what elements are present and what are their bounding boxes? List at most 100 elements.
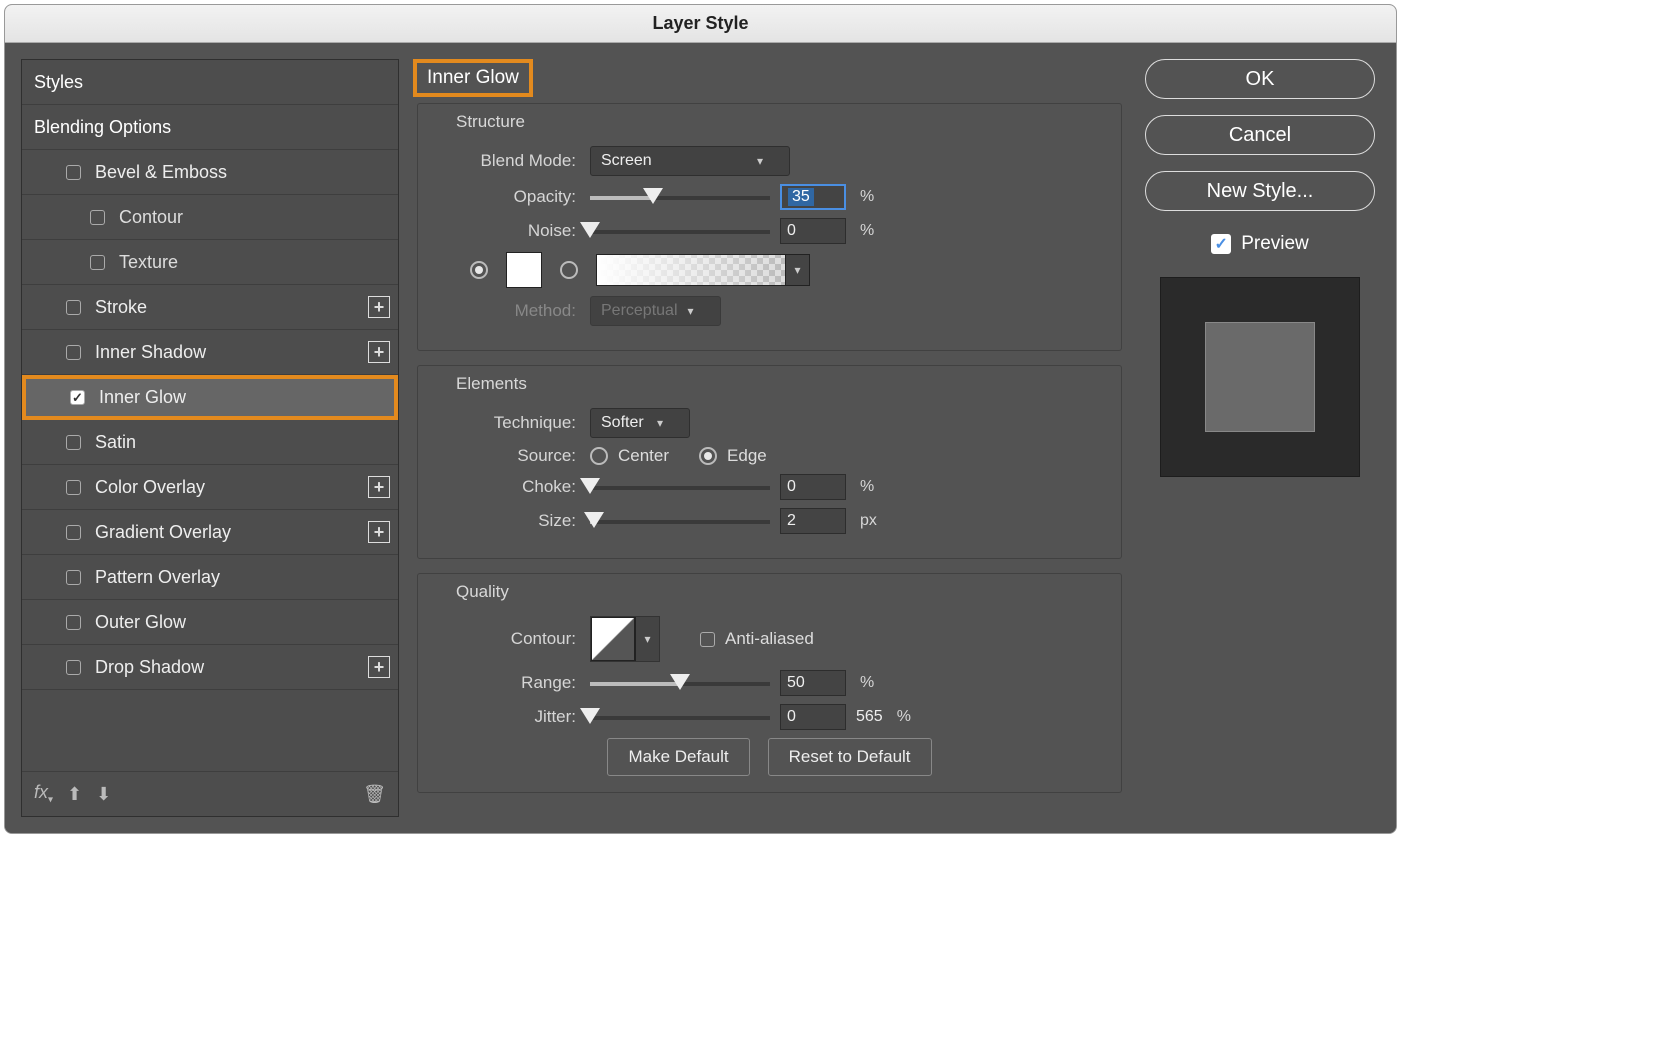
inner-shadow-label: Inner Shadow — [95, 342, 206, 363]
color-radio[interactable] — [470, 261, 488, 279]
gradient-overlay-label: Gradient Overlay — [95, 522, 231, 543]
color-swatch[interactable] — [506, 252, 542, 288]
slider-thumb-icon[interactable] — [643, 188, 663, 204]
source-edge-radio[interactable] — [699, 447, 717, 465]
chevron-down-icon: ▾ — [678, 304, 694, 318]
gradient-overlay-add-icon[interactable]: + — [368, 521, 390, 543]
reset-default-button[interactable]: Reset to Default — [768, 738, 932, 776]
new-style-button[interactable]: New Style... — [1145, 171, 1375, 211]
inner-glow-checkbox[interactable] — [70, 390, 85, 405]
color-overlay-add-icon[interactable]: + — [368, 476, 390, 498]
method-value: Perceptual — [601, 302, 678, 320]
sidebar-item-blending-options[interactable]: Blending Options — [22, 105, 398, 150]
slider-thumb-icon[interactable] — [580, 478, 600, 494]
size-unit: px — [860, 512, 877, 530]
sidebar-item-pattern-overlay[interactable]: Pattern Overlay — [22, 555, 398, 600]
range-slider[interactable] — [590, 673, 770, 693]
gradient-radio[interactable] — [560, 261, 578, 279]
jitter-slider[interactable] — [590, 707, 770, 727]
inner-shadow-add-icon[interactable]: + — [368, 341, 390, 363]
source-center-radio[interactable] — [590, 447, 608, 465]
antialias-checkbox[interactable] — [700, 632, 715, 647]
noise-input[interactable]: 0 — [780, 218, 846, 244]
sidebar-item-bevel-emboss[interactable]: Bevel & Emboss — [22, 150, 398, 195]
ok-button[interactable]: OK — [1145, 59, 1375, 99]
preview-canvas — [1160, 277, 1360, 477]
blend-mode-value: Screen — [601, 152, 652, 170]
size-slider[interactable] — [590, 511, 770, 531]
noise-unit: % — [860, 222, 874, 240]
pattern-overlay-label: Pattern Overlay — [95, 567, 220, 588]
inner-shadow-checkbox[interactable] — [66, 345, 81, 360]
gradient-picker[interactable] — [596, 254, 786, 286]
contour-checkbox[interactable] — [90, 210, 105, 225]
slider-thumb-icon[interactable] — [584, 512, 604, 528]
cancel-button[interactable]: Cancel — [1145, 115, 1375, 155]
pattern-overlay-checkbox[interactable] — [66, 570, 81, 585]
opacity-input[interactable]: 35 — [780, 184, 846, 210]
source-label: Source: — [430, 446, 580, 466]
preview-shape — [1205, 322, 1315, 432]
blend-mode-label: Blend Mode: — [430, 151, 580, 171]
outer-glow-checkbox[interactable] — [66, 615, 81, 630]
move-up-icon[interactable]: ⬆ — [67, 784, 82, 805]
antialias-label: Anti-aliased — [725, 629, 814, 649]
contour-label: Contour: — [430, 629, 580, 649]
trash-icon[interactable]: 🗑 — [363, 784, 386, 805]
sidebar-item-texture[interactable]: Texture — [22, 240, 398, 285]
gradient-dropdown-icon[interactable]: ▾ — [786, 254, 810, 286]
drop-shadow-label: Drop Shadow — [95, 657, 204, 678]
window-title: Layer Style — [5, 5, 1396, 43]
color-overlay-label: Color Overlay — [95, 477, 205, 498]
contour-picker[interactable] — [591, 617, 635, 661]
sidebar-item-color-overlay[interactable]: Color Overlay + — [22, 465, 398, 510]
dialog-content: Styles Blending Options Bevel & Emboss C… — [5, 43, 1396, 833]
size-input[interactable]: 2 — [780, 508, 846, 534]
structure-title: Structure — [456, 112, 1109, 132]
sidebar-item-stroke[interactable]: Stroke + — [22, 285, 398, 330]
jitter-input[interactable]: 0 — [780, 704, 846, 730]
range-unit: % — [860, 674, 874, 692]
opacity-slider[interactable] — [590, 187, 770, 207]
range-input[interactable]: 50 — [780, 670, 846, 696]
sidebar-header-styles[interactable]: Styles — [22, 60, 398, 105]
sidebar-item-satin[interactable]: Satin — [22, 420, 398, 465]
sidebar-item-outer-glow[interactable]: Outer Glow — [22, 600, 398, 645]
color-overlay-checkbox[interactable] — [66, 480, 81, 495]
method-label: Method: — [430, 301, 580, 321]
choke-label: Choke: — [430, 477, 580, 497]
jitter-unit: % — [897, 708, 911, 726]
noise-slider[interactable] — [590, 221, 770, 241]
choke-input[interactable]: 0 — [780, 474, 846, 500]
preview-checkbox[interactable] — [1211, 234, 1231, 254]
preview-toggle-row: Preview — [1211, 233, 1309, 255]
drop-shadow-checkbox[interactable] — [66, 660, 81, 675]
fx-menu-icon[interactable]: fx▾ — [34, 782, 53, 806]
sidebar-item-inner-glow[interactable]: Inner Glow — [22, 375, 398, 420]
sidebar-item-contour[interactable]: Contour — [22, 195, 398, 240]
slider-thumb-icon[interactable] — [580, 708, 600, 724]
drop-shadow-add-icon[interactable]: + — [368, 656, 390, 678]
make-default-button[interactable]: Make Default — [607, 738, 749, 776]
contour-dropdown-icon[interactable]: ▾ — [635, 617, 659, 661]
technique-select[interactable]: Softer ▾ — [590, 408, 690, 438]
noise-label: Noise: — [430, 221, 580, 241]
slider-thumb-icon[interactable] — [670, 674, 690, 690]
preview-label: Preview — [1241, 233, 1309, 255]
bevel-checkbox[interactable] — [66, 165, 81, 180]
move-down-icon[interactable]: ⬇ — [96, 784, 111, 805]
sidebar-item-inner-shadow[interactable]: Inner Shadow + — [22, 330, 398, 375]
slider-thumb-icon[interactable] — [580, 222, 600, 238]
blend-mode-select[interactable]: Screen ▾ — [590, 146, 790, 176]
sidebar-footer: fx▾ ⬆ ⬇ 🗑 — [22, 771, 398, 816]
choke-slider[interactable] — [590, 477, 770, 497]
stroke-add-icon[interactable]: + — [368, 296, 390, 318]
satin-checkbox[interactable] — [66, 435, 81, 450]
texture-checkbox[interactable] — [90, 255, 105, 270]
stroke-checkbox[interactable] — [66, 300, 81, 315]
inner-glow-label: Inner Glow — [99, 387, 186, 408]
sidebar-item-drop-shadow[interactable]: Drop Shadow + — [22, 645, 398, 690]
jitter-label: Jitter: — [430, 707, 580, 727]
gradient-overlay-checkbox[interactable] — [66, 525, 81, 540]
sidebar-item-gradient-overlay[interactable]: Gradient Overlay + — [22, 510, 398, 555]
